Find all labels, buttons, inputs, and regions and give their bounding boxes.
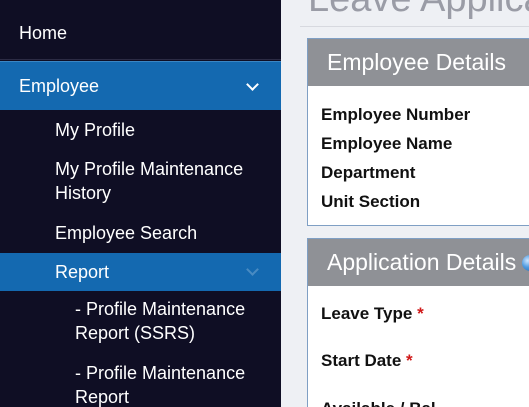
sidebar-item-maintenance-history[interactable]: My Profile Maintenance History: [55, 157, 270, 205]
sidebar-item-maintenance-history-line2: History: [55, 183, 112, 203]
chevron-down-icon[interactable]: [246, 78, 259, 91]
start-date-label: Start Date *: [321, 351, 413, 371]
application-details-title: Application Details: [327, 249, 517, 275]
application-details-header: Application Details: [308, 239, 529, 286]
required-marker: *: [417, 304, 424, 323]
employee-name-label: Employee Name: [321, 134, 453, 153]
sidebar-item-ssrs-line2: Report (SSRS): [75, 323, 196, 343]
globe-icon[interactable]: [522, 255, 529, 271]
page-title: Leave Applica: [308, 0, 529, 21]
leave-type-text: Leave Type: [321, 304, 413, 323]
sidebar-item-profile-maintenance-report-ssrs[interactable]: - Profile Maintenance Report (SSRS): [75, 297, 275, 345]
sidebar-item-employee-search[interactable]: Employee Search: [55, 221, 270, 245]
title-divider: [300, 26, 529, 27]
required-marker: *: [406, 351, 413, 370]
sidebar-item-report-line2: Report: [75, 387, 130, 407]
employee-details-header: Employee Details: [308, 39, 529, 86]
sidebar-item-report[interactable]: Report: [0, 253, 281, 291]
start-date-text: Start Date: [321, 351, 402, 370]
sidebar-item-my-profile[interactable]: My Profile: [55, 118, 270, 142]
sidebar-item-profile-maintenance-report[interactable]: - Profile Maintenance Report: [75, 361, 275, 407]
employee-number-label: Employee Number: [321, 105, 471, 124]
employee-details-panel: Employee Details Employee Number Employe…: [307, 38, 529, 226]
sidebar-item-report-label: Report: [55, 262, 110, 282]
application-details-panel: Application Details Leave Type * Start D…: [307, 238, 529, 407]
sidebar-nav: Home Employee My Profile My Profile Main…: [0, 0, 281, 407]
sidebar-item-home[interactable]: Home: [19, 21, 269, 45]
leave-type-label: Leave Type *: [321, 304, 424, 324]
sidebar-item-ssrs-line1: - Profile Maintenance: [75, 299, 246, 319]
chevron-down-icon[interactable]: [246, 263, 259, 276]
sidebar-item-maintenance-history-line1: My Profile Maintenance: [55, 159, 244, 179]
unit-section-label: Unit Section: [321, 192, 421, 211]
department-label: Department: [321, 163, 416, 182]
sidebar-divider: [0, 59, 281, 60]
available-balance-label: Available / Bal: [321, 399, 436, 407]
sidebar-item-employee[interactable]: Employee: [0, 61, 281, 110]
sidebar-item-employee-label: Employee: [19, 76, 100, 96]
sidebar-item-report-line1: - Profile Maintenance: [75, 363, 246, 383]
